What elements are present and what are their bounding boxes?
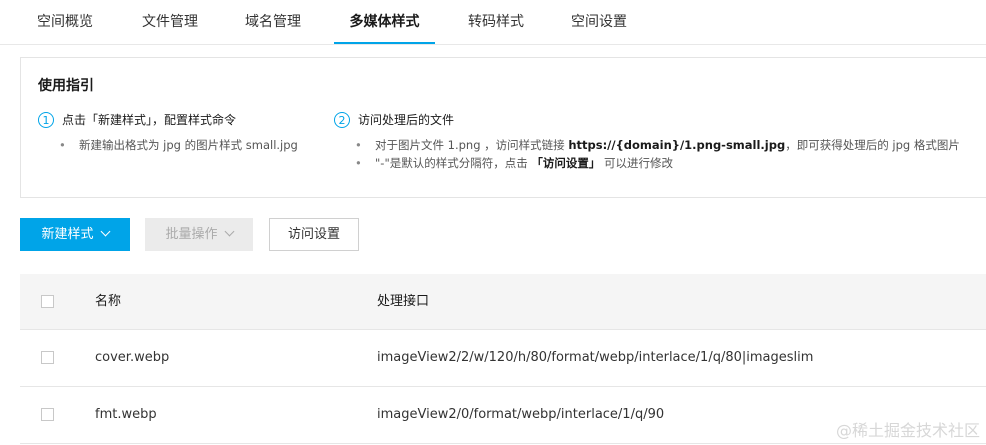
tab-domain-management[interactable]: 域名管理 [228, 0, 318, 44]
tab-space-settings[interactable]: 空间设置 [554, 0, 644, 44]
watermark: @稀土掘金技术社区 [835, 421, 980, 440]
column-header-api: 处理接口 [377, 294, 430, 309]
tab-media-styles[interactable]: 多媒体样式 [334, 0, 435, 44]
batch-operation-label: 批量操作 [165, 227, 218, 242]
batch-operation-button[interactable]: 批量操作 [145, 218, 253, 251]
table-row: cover.webp imageView2/2/w/120/h/80/forma… [20, 330, 986, 387]
style-name: cover.webp [95, 350, 170, 365]
step-title: 访问处理后的文件 [358, 113, 455, 127]
style-api: imageView2/0/format/webp/interlace/1/q/9… [377, 407, 665, 422]
tab-space-overview[interactable]: 空间概览 [20, 0, 110, 44]
tab-bar: 空间概览 文件管理 域名管理 多媒体样式 转码样式 空间设置 [0, 0, 986, 45]
row-checkbox[interactable] [41, 408, 54, 421]
usage-guide-panel: 使用指引 1 点击「新建样式」，配置样式命令 新建输出格式为 jpg 的图片样式… [20, 57, 986, 198]
style-url-example: https://{domain}/1.png-small.jpg [568, 138, 786, 152]
chevron-down-icon [100, 226, 110, 237]
tab-file-management[interactable]: 文件管理 [125, 0, 215, 44]
tab-transcode-styles[interactable]: 转码样式 [451, 0, 541, 44]
step-number-icon: 1 [38, 112, 54, 128]
step-bullet: 新建输出格式为 jpg 的图片样式 small.jpg [59, 138, 298, 152]
step-bullet: 对于图片文件 1.png ，访问样式链接 https://{domain}/1.… [355, 138, 960, 152]
row-checkbox[interactable] [41, 351, 54, 364]
guide-title: 使用指引 [38, 78, 94, 94]
new-style-label: 新建样式 [41, 227, 94, 242]
step-bullet: "-"是默认的样式分隔符，点击 「访问设置」 可以进行修改 [355, 156, 673, 170]
visit-settings-link[interactable]: 「访问设置」 [531, 156, 600, 170]
column-header-name: 名称 [95, 294, 122, 309]
style-name: fmt.webp [95, 407, 157, 422]
table-header: 名称 处理接口 [20, 274, 986, 330]
chevron-down-icon [224, 226, 234, 237]
style-api: imageView2/2/w/120/h/80/format/webp/inte… [377, 350, 814, 365]
active-tab-indicator [334, 42, 435, 44]
visit-settings-button[interactable]: 访问设置 [269, 218, 359, 251]
new-style-button[interactable]: 新建样式 [20, 218, 130, 251]
step-number-icon: 2 [334, 112, 350, 128]
select-all-checkbox[interactable] [41, 295, 54, 308]
step-title: 点击「新建样式」，配置样式命令 [62, 113, 237, 127]
